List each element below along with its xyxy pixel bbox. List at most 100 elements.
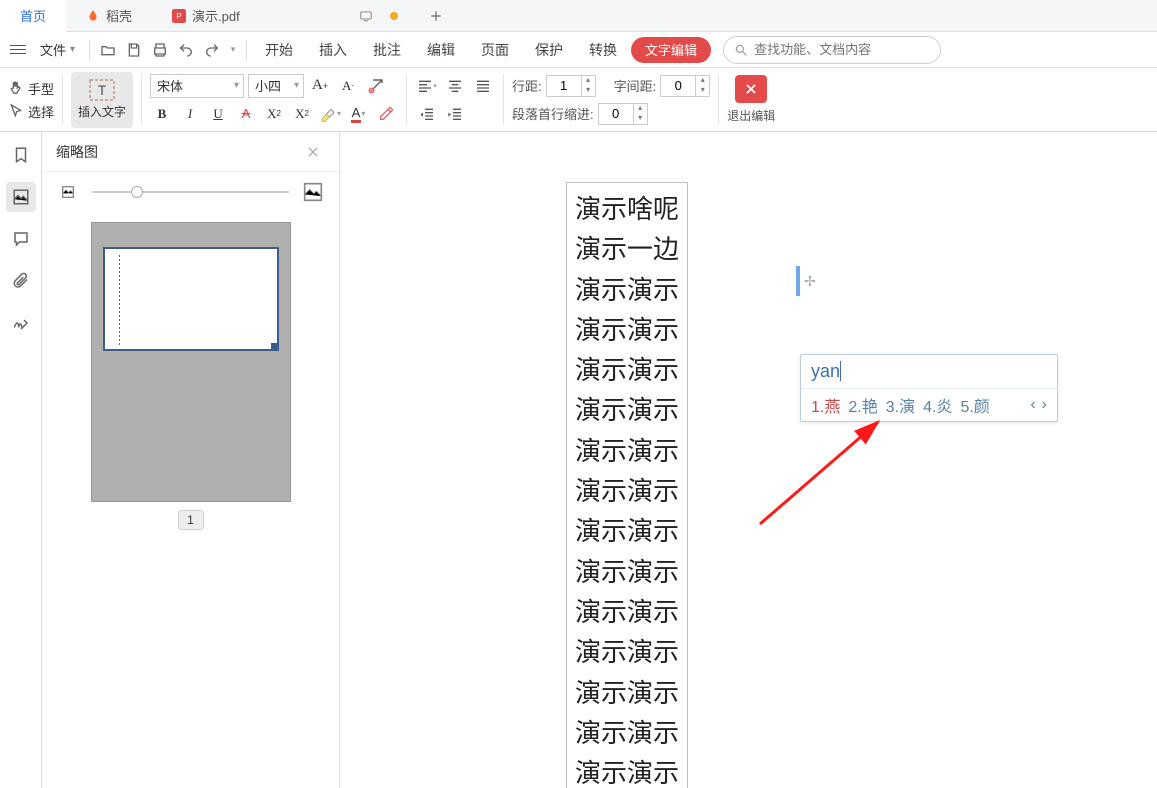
text-line: 演示演示 bbox=[575, 552, 679, 592]
select-tool[interactable]: 选择 bbox=[8, 102, 54, 121]
bold-button[interactable]: B bbox=[150, 102, 174, 126]
align-justify-button[interactable] bbox=[471, 74, 495, 98]
spin-down-icon[interactable]: ▾ bbox=[695, 86, 709, 96]
thumbnail-button[interactable] bbox=[6, 182, 36, 212]
tab-daoke-label: 稻壳 bbox=[106, 6, 132, 25]
redo-dropdown-icon[interactable]: ▾ bbox=[226, 38, 240, 62]
thumbnail-page-1[interactable] bbox=[91, 222, 291, 502]
attachment-button[interactable] bbox=[6, 266, 36, 296]
close-panel-button[interactable] bbox=[301, 140, 325, 164]
ime-candidate-3[interactable]: 3.演 bbox=[882, 393, 919, 417]
thumbnail-list: 1 bbox=[42, 212, 339, 788]
undo-icon[interactable] bbox=[174, 38, 198, 62]
eyedropper-button[interactable] bbox=[374, 102, 398, 126]
indent-value[interactable] bbox=[599, 106, 633, 121]
strikethrough-button[interactable]: A bbox=[234, 102, 258, 126]
comment-button[interactable] bbox=[6, 224, 36, 254]
subscript-button[interactable]: X2 bbox=[290, 102, 314, 126]
decrease-indent-button[interactable] bbox=[415, 102, 439, 126]
save-icon[interactable] bbox=[122, 38, 146, 62]
align-center-button[interactable] bbox=[443, 74, 467, 98]
thumb-large-icon[interactable] bbox=[301, 180, 325, 204]
print-icon[interactable] bbox=[148, 38, 172, 62]
kerning-label: 字间距: bbox=[614, 76, 657, 95]
text-line: 演示演示 bbox=[575, 673, 679, 713]
search-box[interactable] bbox=[723, 36, 941, 64]
highlight-button[interactable]: ▾ bbox=[318, 102, 342, 126]
hamburger-icon[interactable] bbox=[6, 38, 30, 62]
kerning-input[interactable]: ▴▾ bbox=[660, 75, 710, 97]
menu-text-edit[interactable]: 文字编辑 bbox=[631, 37, 711, 63]
menu-protect[interactable]: 保护 bbox=[523, 34, 575, 66]
font-color-button[interactable]: A▾ bbox=[346, 102, 370, 126]
thumb-small-icon[interactable] bbox=[56, 180, 80, 204]
divider bbox=[246, 40, 247, 60]
kerning-value[interactable] bbox=[661, 78, 695, 93]
ime-popup[interactable]: yan 1.燕 2.艳 3.演 4.炎 5.颜 ‹ › bbox=[800, 354, 1058, 422]
tab-document-label: 演示.pdf bbox=[192, 6, 240, 25]
spin-up-icon[interactable]: ▴ bbox=[581, 76, 595, 86]
menu-page[interactable]: 页面 bbox=[469, 34, 521, 66]
slider-knob[interactable] bbox=[131, 186, 143, 198]
text-line: 演示一边 bbox=[575, 229, 679, 269]
insert-text-button[interactable]: T 插入文字 bbox=[71, 72, 133, 128]
tab-home[interactable]: 首页 bbox=[0, 0, 66, 32]
hand-tool[interactable]: 手型 bbox=[8, 79, 54, 98]
menu-annotate[interactable]: 批注 bbox=[361, 34, 413, 66]
document-canvas[interactable]: 演示啥呢 演示一边 演示演示 演示演示 演示演示 演示演示 演示演示 演示演示 … bbox=[340, 132, 1157, 788]
file-menu[interactable]: 文件 ▾ bbox=[32, 36, 83, 64]
spin-up-icon[interactable]: ▴ bbox=[633, 104, 647, 114]
new-tab-button[interactable] bbox=[422, 2, 450, 30]
ime-candidate-1[interactable]: 1.燕 bbox=[807, 393, 844, 417]
align-left-button[interactable]: ▾ bbox=[415, 74, 439, 98]
underline-button[interactable]: U bbox=[206, 102, 230, 126]
text-line: 演示演示 bbox=[575, 431, 679, 471]
clear-format-button[interactable] bbox=[364, 74, 388, 98]
text-line: 演示演示 bbox=[575, 592, 679, 632]
font-name-value: 宋体 bbox=[157, 76, 183, 95]
tab-document[interactable]: P 演示.pdf bbox=[152, 0, 352, 32]
line-spacing-label: 行距: bbox=[512, 76, 542, 95]
menu-convert[interactable]: 转换 bbox=[577, 34, 629, 66]
redo-icon[interactable] bbox=[200, 38, 224, 62]
shrink-font-button[interactable]: A- bbox=[336, 74, 360, 98]
search-icon bbox=[734, 43, 748, 57]
menu-insert[interactable]: 插入 bbox=[307, 34, 359, 66]
ime-candidate-4[interactable]: 4.炎 bbox=[919, 393, 956, 417]
ime-next-icon[interactable]: › bbox=[1042, 396, 1047, 414]
signature-button[interactable] bbox=[6, 308, 36, 338]
tab-daoke[interactable]: 稻壳 bbox=[66, 0, 152, 32]
grow-font-button[interactable]: A+ bbox=[308, 74, 332, 98]
tab-device-icon[interactable] bbox=[352, 2, 380, 30]
ime-candidate-5[interactable]: 5.颜 bbox=[956, 393, 993, 417]
spin-down-icon[interactable]: ▾ bbox=[633, 114, 647, 124]
hand-tool-label: 手型 bbox=[28, 79, 54, 98]
exit-edit-button[interactable] bbox=[735, 75, 767, 103]
vertical-toolbar bbox=[0, 132, 42, 788]
font-size-select[interactable]: 小四 ▾ bbox=[248, 74, 304, 98]
line-spacing-input[interactable]: ▴▾ bbox=[546, 75, 596, 97]
increase-indent-button[interactable] bbox=[443, 102, 467, 126]
indent-label: 段落首行缩进: bbox=[512, 104, 594, 123]
italic-button[interactable]: I bbox=[178, 102, 202, 126]
font-name-select[interactable]: 宋体 ▾ bbox=[150, 74, 244, 98]
search-input[interactable] bbox=[754, 42, 930, 57]
ime-input-text: yan bbox=[801, 355, 1057, 389]
ime-candidate-2[interactable]: 2.艳 bbox=[844, 393, 881, 417]
menu-start[interactable]: 开始 bbox=[253, 34, 305, 66]
text-line: 演示演示 bbox=[575, 270, 679, 310]
line-spacing-value[interactable] bbox=[547, 78, 581, 93]
spin-down-icon[interactable]: ▾ bbox=[581, 86, 595, 96]
flame-icon bbox=[86, 9, 100, 23]
spin-up-icon[interactable]: ▴ bbox=[695, 76, 709, 86]
ime-prev-icon[interactable]: ‹ bbox=[1030, 396, 1035, 414]
bookmark-button[interactable] bbox=[6, 140, 36, 170]
thumbnail-zoom-slider[interactable] bbox=[92, 191, 289, 193]
indent-input[interactable]: ▴▾ bbox=[598, 103, 648, 125]
superscript-button[interactable]: X2 bbox=[262, 102, 286, 126]
font-size-value: 小四 bbox=[255, 76, 281, 95]
open-icon[interactable] bbox=[96, 38, 120, 62]
menu-edit[interactable]: 编辑 bbox=[415, 34, 467, 66]
text-line: 演示演示 bbox=[575, 310, 679, 350]
document-text-block[interactable]: 演示啥呢 演示一边 演示演示 演示演示 演示演示 演示演示 演示演示 演示演示 … bbox=[566, 182, 688, 788]
